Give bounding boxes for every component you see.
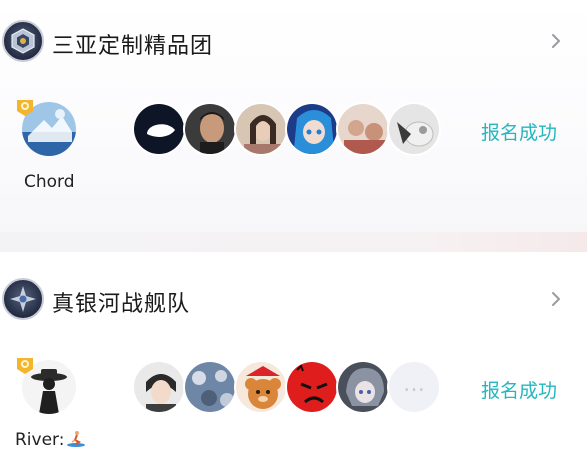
member-avatar[interactable] <box>132 360 186 414</box>
member-avatar[interactable] <box>132 102 186 156</box>
member-avatar[interactable] <box>336 102 390 156</box>
member-avatar[interactable] <box>336 360 390 414</box>
member-avatar[interactable] <box>387 102 441 156</box>
team-name: 三亚定制精品团 <box>52 34 214 59</box>
team-header[interactable]: 真银河战舰队 <box>0 276 587 326</box>
registration-status: 报名成功 <box>480 380 557 402</box>
leader-name: River: <box>15 430 95 450</box>
card-divider <box>0 232 587 252</box>
more-members-slot[interactable]: … <box>387 360 441 414</box>
team-name: 真银河战舰队 <box>52 292 191 317</box>
crown-badge-icon <box>17 358 33 374</box>
chevron-right-icon[interactable] <box>545 30 567 52</box>
crown-badge-icon <box>17 100 33 116</box>
team-emblem-icon <box>2 20 44 62</box>
team-card-2[interactable]: 真银河战舰队 River: … 报名成功 <box>0 252 587 462</box>
registration-status: 报名成功 <box>480 122 557 144</box>
leader-name-text: River: <box>15 430 65 450</box>
more-dots: … <box>403 372 425 397</box>
team-emblem-icon <box>2 278 44 320</box>
surfer-emoji-icon <box>66 430 86 448</box>
member-avatar[interactable] <box>183 360 237 414</box>
member-avatar[interactable] <box>183 102 237 156</box>
leader-name: Chord <box>24 172 75 192</box>
team-card-1[interactable]: 三亚定制精品团 Chord 报名成功 <box>0 0 587 232</box>
team-header[interactable]: 三亚定制精品团 <box>0 18 587 68</box>
member-avatar[interactable] <box>234 102 288 156</box>
member-avatar[interactable] <box>285 102 339 156</box>
member-avatar[interactable] <box>234 360 288 414</box>
chevron-right-icon[interactable] <box>545 288 567 310</box>
member-avatar[interactable] <box>285 360 339 414</box>
